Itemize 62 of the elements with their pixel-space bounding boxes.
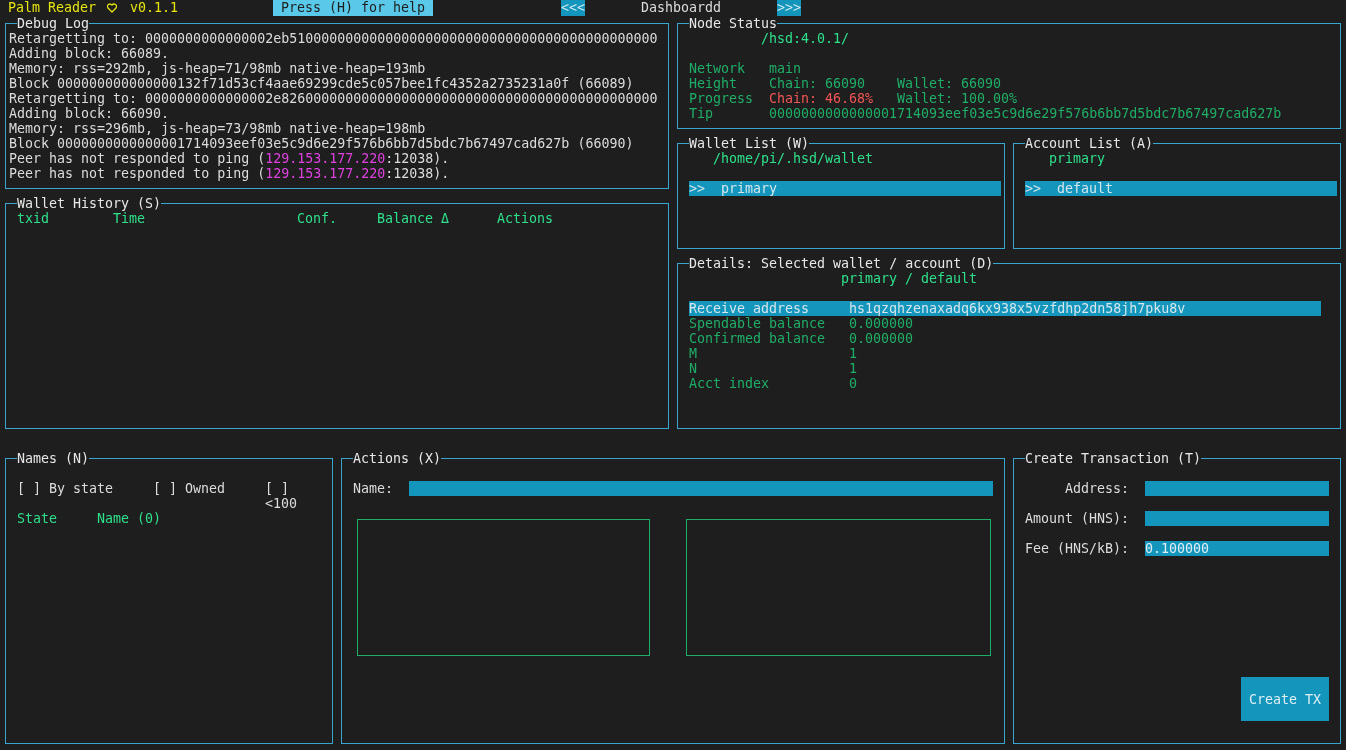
panel-title: Wallet List (W): [689, 136, 810, 151]
column-header: State: [17, 511, 59, 526]
panel-title: Wallet History (S): [17, 196, 162, 211]
panel-title: Debug Log: [17, 16, 90, 31]
details-subtitle: primary / default: [840, 271, 979, 286]
log-line: Block 000000000000000132f71d53cf4aae69299cde5c057bee1fc4352a2735231a0f (66089): [9, 76, 635, 91]
version-label: v0.1.1: [130, 0, 179, 16]
wallet-path: /home/pi/.hsd/wallet: [712, 151, 875, 166]
log-line: Adding block: 66089.: [9, 46, 171, 61]
input-field[interactable]: 0.100000: [1145, 541, 1329, 556]
column-header: Balance Δ: [377, 211, 451, 226]
column-header: Time: [113, 211, 147, 226]
status-label: Height: [689, 76, 739, 91]
create-tx-button[interactable]: Create TX: [1241, 677, 1329, 721]
account-heading: primary: [1048, 151, 1107, 166]
log-line: Retargetting to: 0000000000000002eb5100000000000000000000000000000000000000000000: [9, 31, 659, 46]
status-value: Wallet: 100.00%: [897, 91, 1018, 106]
panel-title: Create Transaction (T): [1025, 451, 1202, 466]
panel-title: Actions (X): [353, 451, 442, 466]
filter-checkbox[interactable]: [ ] <100: [265, 481, 321, 511]
name-field[interactable]: [409, 481, 993, 496]
input-field[interactable]: [1145, 481, 1329, 496]
details-row[interactable]: N 1: [689, 361, 1321, 376]
details-row[interactable]: Acct index 0: [689, 376, 1321, 391]
field-label: Amount (HNS):: [1025, 511, 1129, 526]
log-line: Peer has not responded to ping (129.153.177.220:12038).: [9, 166, 451, 181]
log-line: Memory: rss=292mb, js-heap=71/98mb native-heap=193mb: [9, 61, 427, 76]
panel-title: Names (N): [17, 451, 90, 466]
app-name: Palm Reader: [8, 0, 97, 16]
status-label: Network: [689, 61, 747, 76]
field-label: Fee (HNS/kB):: [1025, 541, 1129, 556]
field-label: Address:: [1063, 481, 1129, 496]
log-line: Retargetting to: 0000000000000002e82600000000000000000000000000000000000000000000: [9, 91, 659, 106]
heart-icon: [107, 3, 117, 13]
panel-title: Account List (A): [1025, 136, 1154, 151]
filter-checkbox[interactable]: [ ] By state: [17, 481, 153, 511]
log-line: Adding block: 66090.: [9, 106, 171, 121]
details-row[interactable]: Confirmed balance 0.000000: [689, 331, 1321, 346]
log-line: Block 0000000000000001714093eef03e5c9d6e29f576b6bb7d5bdc7b67497cad627b (66090): [9, 136, 635, 151]
field-label: Name:: [353, 481, 395, 496]
panel-title: Node Status: [689, 16, 778, 31]
status-value: Chain: 46.68%: [769, 91, 875, 106]
page-title: Dashboardd: [641, 0, 722, 16]
panel-title: Details: Selected wallet / account (D): [689, 256, 994, 271]
status-value: Wallet: 66090: [897, 76, 1002, 91]
log-line: Memory: rss=296mb, js-heap=73/98mb native-heap=198mb: [9, 121, 427, 136]
node-version: /hsd:4.0.1/: [760, 31, 851, 46]
filter-checkbox[interactable]: [ ] Owned: [153, 481, 265, 511]
input-field[interactable]: [1145, 511, 1329, 526]
details-row[interactable]: Spendable balance 0.000000: [689, 316, 1321, 331]
status-label: Progress: [689, 91, 755, 106]
status-label: Tip: [689, 106, 715, 121]
column-header: Actions: [497, 211, 555, 226]
status-value: Chain: 66090: [769, 76, 867, 91]
log-line: Peer has not responded to ping (129.153.177.220:12038).: [9, 151, 451, 166]
details-row[interactable]: M 1: [689, 346, 1321, 361]
help-hint: Press (H) for help: [273, 0, 434, 16]
column-header: Conf.: [297, 211, 339, 226]
column-header: Name (0): [97, 511, 163, 526]
column-header: txid: [17, 211, 51, 226]
status-value: 0000000000000001714093eef03e5c9d6e29f576b6bb7d5bdc7b67497cad627b: [769, 106, 1282, 121]
status-value: main: [769, 61, 802, 76]
